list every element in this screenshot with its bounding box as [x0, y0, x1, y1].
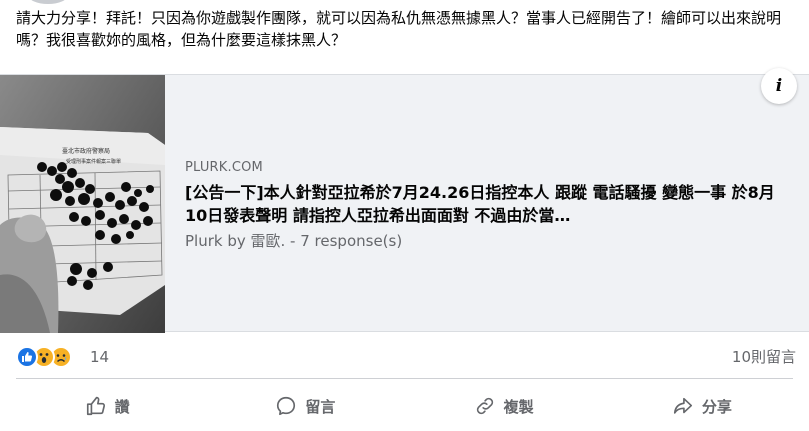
post-actions: 讚 留言 複製 分享 — [8, 384, 801, 428]
link-title[interactable]: [公告一下]本人針對亞拉希於7月24.26日指控本人 跟蹤 電話騷擾 變態一事 … — [185, 181, 790, 227]
thumbs-up-icon — [85, 395, 107, 417]
comment-bubble-icon — [275, 395, 297, 417]
link-thumbnail-image[interactable]: 臺北市政府警察局 受理刑事案件報案三聯單 — [0, 75, 165, 333]
link-description: Plurk by 雷歐. - 7 response(s) — [185, 232, 403, 250]
like-icon — [16, 346, 38, 368]
share-arrow-icon — [672, 395, 694, 417]
reactions-summary[interactable]: 14 10則留言 — [16, 345, 796, 369]
copy-link-button[interactable]: 複製 — [405, 384, 603, 428]
actions-divider — [16, 378, 793, 379]
link-preview-text[interactable]: PLURK.COM [公告一下]本人針對亞拉希於7月24.26日指控本人 跟蹤 … — [185, 159, 790, 251]
link-chain-icon — [474, 395, 496, 417]
share-label: 分享 — [701, 397, 732, 416]
like-label: 讚 — [114, 397, 130, 416]
author-avatar[interactable] — [28, 0, 68, 4]
link-preview-card[interactable]: 臺北市政府警察局 受理刑事案件報案三聯單 PLURK.COM [公告一下]本人針… — [0, 68, 809, 333]
reaction-icons[interactable] — [16, 346, 88, 368]
comment-button[interactable]: 留言 — [206, 384, 404, 428]
reaction-count[interactable]: 14 — [90, 348, 109, 366]
share-button[interactable]: 分享 — [603, 384, 801, 428]
post-text: 請大力分享！拜託！只因為你遊戲製作團隊，就可以因為私仇無憑無據黑人？當事人已經開… — [16, 9, 782, 49]
copy-label: 複製 — [503, 397, 534, 416]
like-button[interactable]: 讚 — [8, 384, 206, 428]
comment-count[interactable]: 10則留言 — [732, 348, 796, 366]
thumbnail-header-text: 臺北市政府警察局 — [62, 147, 110, 155]
comment-label: 留言 — [305, 397, 336, 416]
link-domain: PLURK.COM — [185, 160, 263, 175]
thumbnail-subheader-text: 受理刑事案件報案三聯單 — [66, 158, 121, 165]
info-icon[interactable]: i — [761, 68, 797, 104]
